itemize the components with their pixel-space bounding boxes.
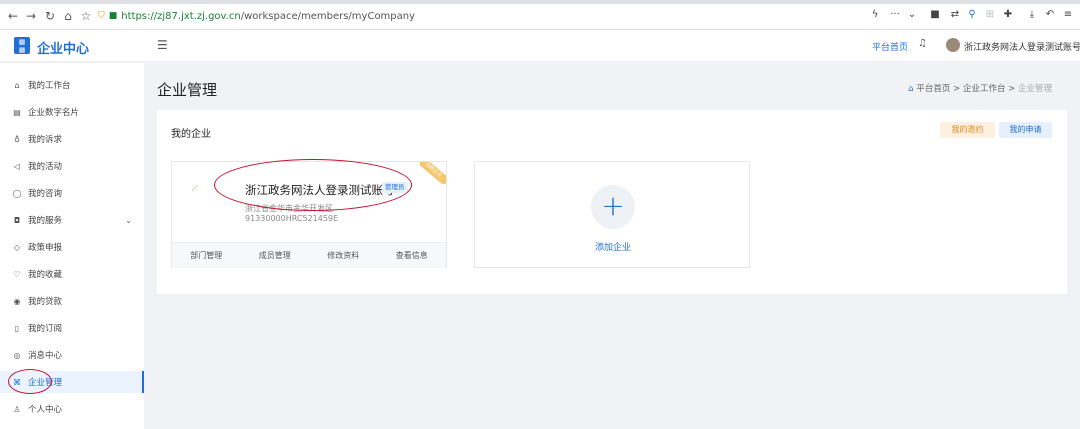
sidebar-item-label: 我的贷款 [28,297,63,307]
company-card-actions: 部门管理 成员管理 修改资料 查看信息 [172,242,446,268]
tab-strip [0,0,1080,4]
sidebar-item-digital-card[interactable]: ▤ 企业数字名片 [0,101,144,123]
shield-icon: ⛉ [98,11,105,21]
sidebar-item-policy[interactable]: ◇ 政策申报 [0,236,144,258]
breadcrumb: ⌂ 平台首页 > 企业工作台 > 企业管理 [908,82,1052,94]
search-icon[interactable]: ⚲ [966,9,978,21]
sidebar-item-services[interactable]: ◘ 我的服务 ⌄ [0,209,144,231]
sidebar-item-loans[interactable]: ◉ 我的贷款 [0,290,144,312]
active-indicator [142,371,144,393]
home-icon[interactable]: ⌂ [61,9,75,23]
menu-toggle-icon[interactable]: ☰ [157,38,168,52]
sidebar-item-label: 我的活动 [28,162,63,172]
back-icon[interactable]: ← [6,9,20,23]
share-icon[interactable]: ⇄ [949,9,961,21]
sidebar-item-label: 我的订阅 [28,324,63,334]
browser-toolbar: ← → ↻ ⌂ ☆ ⛉ ■ https://zj87.jxt.zj.gov.cn… [0,0,1080,30]
plus-icon[interactable]: + [591,185,635,229]
reload-icon[interactable]: ↻ [43,9,57,23]
sidebar-item-subscriptions[interactable]: ▯ 我的订阅 [0,317,144,339]
annotation-circle [8,369,52,394]
sidebar-item-label: 我的收藏 [28,270,63,280]
page-title: 企业管理 [157,81,218,99]
current-company-ribbon: 当前企业 [420,162,446,184]
breadcrumb-current: 企业管理 [1017,84,1052,94]
company-logo-icon: ⟋ [192,184,198,193]
coin-icon: ◉ [13,296,21,306]
megaphone-icon: ◁ [13,161,21,171]
breadcrumb-home[interactable]: 平台首页 [916,84,950,94]
company-credit-code: 91330000HRC521459E [245,214,339,223]
sidebar-item-personal[interactable]: ♙ 个人中心 [0,398,144,420]
favorite-icon[interactable]: ☆ [79,9,93,23]
my-applications-button[interactable]: 我的申请 [999,122,1052,138]
lightning-icon[interactable]: ϟ [869,9,881,21]
user-icon: ♙ [13,404,21,414]
department-management-button[interactable]: 部门管理 [172,243,241,268]
sidebar-item-label: 我的诉求 [28,135,63,145]
more-icon[interactable]: ··· [889,9,901,21]
user-name[interactable]: 浙江政务网法人登录测试账号 [964,40,1080,53]
sidebar-item-workbench[interactable]: ⌂ 我的工作台 [0,74,144,96]
home-icon: ⌂ [908,84,914,94]
platform-home-link[interactable]: 平台首页 [872,40,908,53]
sidebar-item-label: 我的咨询 [28,189,63,199]
sidebar-item-label: 我的工作台 [28,81,71,91]
undo-icon[interactable]: ↶ [1044,9,1056,21]
company-card[interactable]: 当前企业 ⟋ 浙江政务网法人登录测试账号 管理员 浙江省金华市金华开发区 913… [171,159,447,268]
chevron-down-icon[interactable]: ⌄ [906,9,918,21]
sidebar-item-consult[interactable]: ◯ 我的咨询 [0,182,144,204]
view-info-button[interactable]: 查看信息 [378,243,447,268]
sidebar: ⌂ 我的工作台 ▤ 企业数字名片 ♁ 我的诉求 ◁ 我的活动 ◯ 我的咨询 ◘ … [0,63,144,429]
home-icon: ⌂ [14,80,20,90]
address-bar[interactable]: ⛉ ■ https://zj87.jxt.zj.gov.cn/workspace… [98,7,913,25]
edit-profile-button[interactable]: 修改资料 [309,243,378,268]
sidebar-item-messages[interactable]: ◎ 消息中心 [0,344,144,366]
sidebar-item-label: 企业数字名片 [28,108,80,118]
bag-icon: ◘ [13,215,21,225]
ribbon-label: 当前企业 [420,162,446,184]
my-company-panel: 我的企业 我的邀约 我的申请 当前企业 ⟋ 浙江政务网法人登录测试账号 管理员 … [157,110,1067,294]
app-header: ▦ ▦ 企业中心 ☰ 平台首页 ♫ 浙江政务网法人登录测试账号 [0,30,1080,62]
bell-icon[interactable]: ♫ [918,38,927,49]
add-company-label[interactable]: 添加企业 [475,240,751,253]
panel-title: 我的企业 [171,129,211,140]
app-title: 企业中心 [37,42,90,57]
menu-icon[interactable]: ≡ [1062,9,1074,21]
breadcrumb-separator: > [1008,84,1016,94]
member-management-button[interactable]: 成员管理 [241,243,310,268]
mic-icon: ♁ [14,134,20,144]
sidebar-item-label: 消息中心 [28,351,63,361]
url-text: https://zj87.jxt.zj.gov.cn/workspace/mem… [121,10,416,22]
sidebar-item-activities[interactable]: ◁ 我的活动 [0,155,144,177]
download-icon[interactable]: ⤓ [1026,9,1038,21]
sidebar-item-label: 我的服务 [28,216,63,226]
card-icon: ▤ [13,107,21,117]
my-invitations-button[interactable]: 我的邀约 [940,122,995,138]
logo-icon: ▦ ▦ [14,37,30,54]
breadcrumb-middle[interactable]: 企业工作台 [963,84,1006,94]
sidebar-item-appeals[interactable]: ♁ 我的诉求 [0,128,144,150]
breadcrumb-separator: > [953,84,961,94]
sidebar-item-favorites[interactable]: ♡ 我的收藏 [0,263,144,285]
lock-icon: ■ [108,11,118,21]
sidebar-item-label: 政策申报 [28,243,63,253]
heart-icon: ♡ [13,269,21,279]
sidebar-item-label: 个人中心 [28,405,63,415]
doc-icon: ▯ [14,323,20,333]
grid-icon[interactable]: ⊞ [984,9,996,21]
puzzle-icon[interactable]: ✚ [1002,9,1014,21]
chevron-down-icon: ⌄ [125,215,132,225]
chat-icon: ◯ [12,188,22,198]
avatar[interactable] [946,38,960,52]
extension-icon[interactable]: ■ [929,9,941,21]
message-icon: ◎ [13,350,21,360]
add-company-card[interactable]: + 添加企业 [474,161,750,268]
tag-icon: ◇ [13,242,21,252]
annotation-circle [214,159,412,211]
forward-icon[interactable]: → [24,9,38,23]
